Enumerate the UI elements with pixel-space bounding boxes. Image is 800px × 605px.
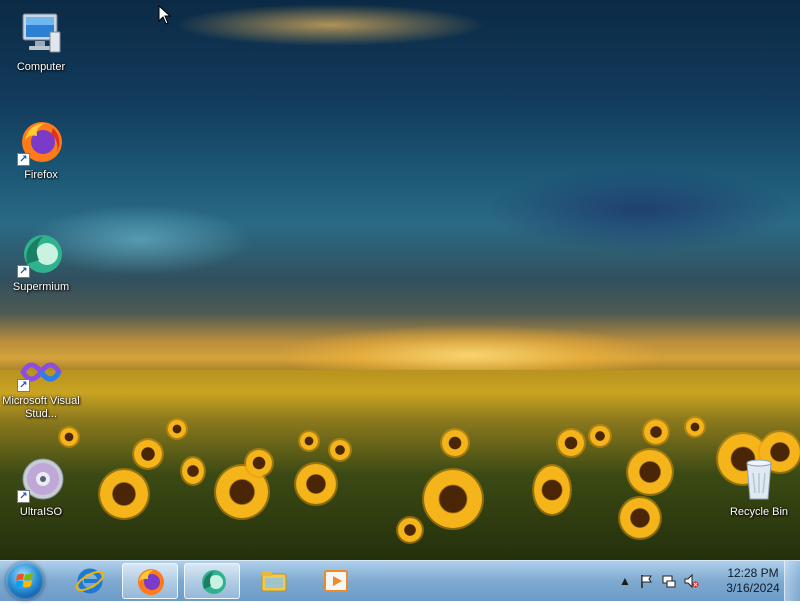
show-hidden-icons-arrow[interactable]: ▲	[617, 573, 633, 589]
desktop-icon-label: Firefox	[24, 169, 58, 181]
windows-start-icon	[15, 573, 33, 588]
visual-studio-icon: ↗	[17, 352, 65, 392]
recycle-bin-icon	[735, 455, 783, 503]
shortcut-arrow-icon: ↗	[17, 490, 30, 503]
clock-time: 12:28 PM	[727, 566, 779, 580]
sunflower	[442, 430, 468, 456]
sunflower	[300, 432, 318, 450]
sunflower	[686, 418, 704, 436]
action-center-flag-icon[interactable]	[639, 573, 655, 589]
desktop-icon-supermium[interactable]: ↗ Supermium	[2, 230, 80, 294]
supermium-icon	[198, 567, 228, 597]
computer-icon	[17, 10, 65, 58]
sunflower	[644, 420, 668, 444]
sunflower	[330, 440, 350, 460]
clock-date: 3/16/2024	[726, 581, 780, 595]
sunflower	[182, 458, 204, 484]
desktop-icon-label: Microsoft Visual Stud...	[2, 395, 80, 420]
desktop-icon-ultraiso[interactable]: ↗ UltraISO	[2, 455, 80, 519]
sunflower	[100, 470, 148, 518]
shortcut-arrow-icon: ↗	[17, 379, 30, 392]
sunflower	[246, 450, 272, 476]
desktop-icon-computer[interactable]: Computer	[2, 10, 80, 74]
sunflower	[628, 450, 672, 494]
system-tray: ▲ 12:28 PM 3/16/2024	[615, 561, 800, 601]
sunflower	[134, 440, 162, 468]
desktop-icon-recycle-bin[interactable]: Recycle Bin	[720, 455, 798, 519]
taskbar: ▲ 12:28 PM 3/16/2024	[0, 560, 800, 601]
taskbar-firefox[interactable]	[122, 563, 178, 599]
sunflower	[558, 430, 584, 456]
desktop-icon-label: Recycle Bin	[729, 506, 789, 518]
taskbar-clock[interactable]: 12:28 PM 3/16/2024	[719, 566, 787, 596]
supermium-icon: ↗	[17, 230, 65, 278]
sunflower	[534, 466, 570, 514]
volume-muted-icon[interactable]	[683, 573, 699, 589]
taskbar-file-explorer[interactable]	[246, 563, 302, 599]
sunflower	[398, 518, 422, 542]
desktop-icon-label: Supermium	[12, 281, 70, 293]
network-icon[interactable]	[661, 573, 677, 589]
desktop-icon-visual-studio[interactable]: ↗ Microsoft Visual Stud...	[2, 352, 80, 421]
desktop-icon-label: Computer	[16, 61, 66, 73]
taskbar-internet-explorer[interactable]	[62, 563, 118, 599]
file-explorer-icon	[259, 566, 289, 596]
sunflower	[590, 426, 610, 446]
start-button[interactable]	[6, 562, 44, 600]
sunflower	[60, 428, 78, 446]
sunflower	[620, 498, 660, 538]
desktop-icon-label: UltraISO	[19, 506, 63, 518]
mouse-cursor-icon	[158, 4, 172, 25]
sunflower	[424, 470, 482, 528]
taskbar-supermium[interactable]	[184, 563, 240, 599]
show-desktop-button[interactable]	[784, 561, 800, 601]
ultraiso-icon: ↗	[17, 455, 65, 503]
sunflower-field	[0, 370, 800, 560]
media-player-icon	[321, 566, 351, 596]
desktop-icon-firefox[interactable]: ↗ Firefox	[2, 118, 80, 182]
internet-explorer-icon	[75, 566, 105, 596]
sunflower	[168, 420, 186, 438]
sunflower	[296, 464, 336, 504]
shortcut-arrow-icon: ↗	[17, 265, 30, 278]
firefox-icon: ↗	[17, 118, 65, 166]
taskbar-media-player[interactable]	[308, 563, 364, 599]
firefox-icon	[136, 567, 166, 597]
shortcut-arrow-icon: ↗	[17, 153, 30, 166]
